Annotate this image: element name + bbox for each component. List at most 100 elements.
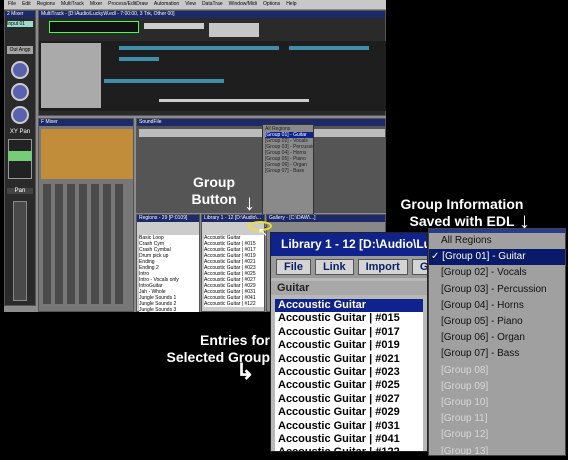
group-item[interactable]: ✓ [Group 01] - Guitar: [429, 249, 565, 266]
library-entry-list: Accoustic Guitar Accoustic Guitar | #015 A…: [275, 299, 423, 451]
menu-item[interactable]: DataTrae: [202, 0, 223, 9]
library-entry[interactable]: Accoustic Guitar | #122: [275, 446, 423, 451]
fader-4[interactable]: [79, 184, 87, 304]
group-item: [Group 12]: [429, 427, 565, 443]
group-item-label: [Group 11]: [441, 413, 488, 425]
pan-knob[interactable]: [11, 106, 29, 124]
menu-item[interactable]: Options: [263, 0, 280, 9]
group-item-label: [Group 02] - Vocals: [441, 267, 527, 279]
library-window: Library 1 - 12 [D:\Audio\Lucky\ File Lin…: [270, 232, 428, 452]
group-item[interactable]: [Group 02] - Vocals: [429, 265, 565, 281]
group-item[interactable]: All Regions: [429, 233, 565, 249]
regions-title: Regions - 29 [P:0109]: [137, 215, 199, 222]
master-fader[interactable]: [13, 201, 27, 301]
menu-item[interactable]: Mixer: [90, 0, 102, 9]
menu-item[interactable]: Help: [286, 0, 296, 9]
clip-vocal[interactable]: [119, 57, 159, 61]
group-item-label: [Group 09]: [441, 380, 489, 392]
library-entry[interactable]: Accoustic Guitar | #017: [275, 326, 423, 339]
list-item[interactable]: Accoustic Guitar | #122: [204, 301, 264, 307]
group-item-label: [Group 13]: [441, 445, 489, 456]
mouse-cursor-icon: ↖: [258, 225, 269, 239]
library-entry[interactable]: Accoustic Guitar | #023: [275, 366, 423, 379]
mixer-panel: 2 Mixer Input 01 Out Angp XY Pan Pan: [4, 10, 36, 306]
group-item-label: [Group 06] - Organ: [441, 332, 525, 344]
gallery-title: Gallery - [C:\DAW\...]: [267, 215, 385, 222]
fader-3[interactable]: [67, 184, 75, 304]
track-area: [39, 41, 386, 111]
group-item[interactable]: [Group 05] - Piano: [429, 314, 565, 330]
menu-item[interactable]: Process/EditDraw: [108, 0, 148, 9]
group-item-label: [Group 01] - Guitar: [442, 251, 526, 263]
import-button[interactable]: Import: [357, 259, 408, 275]
menu-item[interactable]: MultiTrack: [61, 0, 84, 9]
library-entry[interactable]: Accoustic Guitar | #041: [275, 433, 423, 446]
group-item-label: [Group 04] - Horns: [441, 299, 524, 311]
group-header: Guitar: [271, 281, 427, 295]
group-item-label: [Group 12]: [441, 429, 489, 441]
transport-readout: [144, 23, 204, 29]
gain-knob[interactable]: [11, 61, 29, 79]
soundfile-title: SoundFile: [137, 119, 385, 126]
channel-buttons[interactable]: [41, 129, 133, 179]
group-item-label: [Group 10]: [441, 397, 489, 409]
mini-library-list: Accoustic Guitar Accoustic Guitar | #015 A…: [204, 235, 264, 307]
library-entry[interactable]: Accoustic Guitar | #019: [275, 339, 423, 352]
group-button[interactable]: Group: [411, 259, 427, 275]
library-entry[interactable]: Accoustic Guitar | #021: [275, 353, 423, 366]
file-button[interactable]: File: [276, 259, 311, 275]
library-entry[interactable]: Accoustic Guitar | #027: [275, 393, 423, 406]
multitrack-title: MultiTrack - [D:\Audio\LuckyW.edl - 7:00…: [39, 11, 385, 18]
group-item: [Group 08]: [429, 363, 565, 379]
pan-label: Pan: [7, 188, 33, 194]
fader-7[interactable]: [115, 184, 123, 304]
fader-2[interactable]: [55, 184, 63, 304]
mixer-title: 2 Mixer: [5, 11, 35, 18]
fader-1[interactable]: [43, 184, 51, 304]
arrow-down-icon: ↓: [244, 190, 255, 215]
list-item[interactable]: [Group 07] - Bass: [265, 168, 313, 174]
menu-bar: File Edit Regions MultiTrack Mixer Process/Ed…: [4, 0, 386, 9]
mini-group-dropdown[interactable]: All Regions [Group 01] - Guitar [Group 02]…: [262, 124, 314, 228]
menu-item[interactable]: Regions: [37, 0, 55, 9]
library-title: Library 1 - 12 [D:\Audio\Lucky\: [271, 233, 427, 256]
group-item-label: [Group 08]: [441, 364, 489, 376]
library-entry[interactable]: Accoustic Guitar | #029: [275, 406, 423, 419]
menu-item[interactable]: Edit: [22, 0, 31, 9]
trim-knob[interactable]: [11, 83, 29, 101]
group-list: All Regions ✓ [Group 01] - Guitar [Group 0…: [429, 233, 565, 456]
scroll-bar[interactable]: [159, 99, 309, 102]
library-entry[interactable]: Accoustic Guitar | #015: [275, 312, 423, 325]
library-entry[interactable]: Accoustic Guitar | #025: [275, 379, 423, 392]
input-label: Input 01: [7, 21, 33, 27]
fmixer-title: F Mixer: [39, 119, 133, 126]
group-item: [Group 11]: [429, 411, 565, 427]
menu-item[interactable]: Window/Midi: [229, 0, 257, 9]
clip-ending[interactable]: [289, 46, 369, 50]
menu-item[interactable]: View: [185, 0, 196, 9]
fader-6[interactable]: [103, 184, 111, 304]
group-item-label: [Group 07] - Bass: [441, 348, 520, 360]
regions-panel: Regions - 29 [P:0109] Basic Loop Crash Cy…: [136, 214, 200, 312]
out-button[interactable]: Out Angp: [7, 46, 33, 54]
checkmark-icon: ✓: [431, 251, 443, 263]
group-item-label: [Group 05] - Piano: [441, 316, 523, 328]
multitrack-panel: MultiTrack - [D:\Audio\LuckyW.edl - 7:00…: [38, 10, 386, 116]
clip-guitar[interactable]: [104, 79, 224, 83]
library-entry[interactable]: Accoustic Guitar | #031: [275, 420, 423, 433]
menu-item[interactable]: File: [8, 0, 16, 9]
group-item[interactable]: [Group 07] - Bass: [429, 346, 565, 362]
callout-group-info: Group Information Saved with EDL: [400, 196, 524, 229]
xy-pan-label: XY Pan: [9, 129, 31, 135]
group-item[interactable]: [Group 04] - Horns: [429, 298, 565, 314]
sync-buttons[interactable]: [209, 23, 259, 37]
fader-5[interactable]: [91, 184, 99, 304]
link-button[interactable]: Link: [314, 259, 354, 275]
list-item[interactable]: Jungle Sounds 3: [139, 307, 199, 312]
clip-intro[interactable]: [119, 46, 279, 50]
menu-item[interactable]: Automation: [154, 0, 179, 9]
group-item[interactable]: [Group 03] - Percussion: [429, 282, 565, 298]
library-entry[interactable]: Accoustic Guitar: [275, 299, 423, 313]
track-headers: [41, 43, 101, 108]
group-item[interactable]: [Group 06] - Organ: [429, 330, 565, 346]
